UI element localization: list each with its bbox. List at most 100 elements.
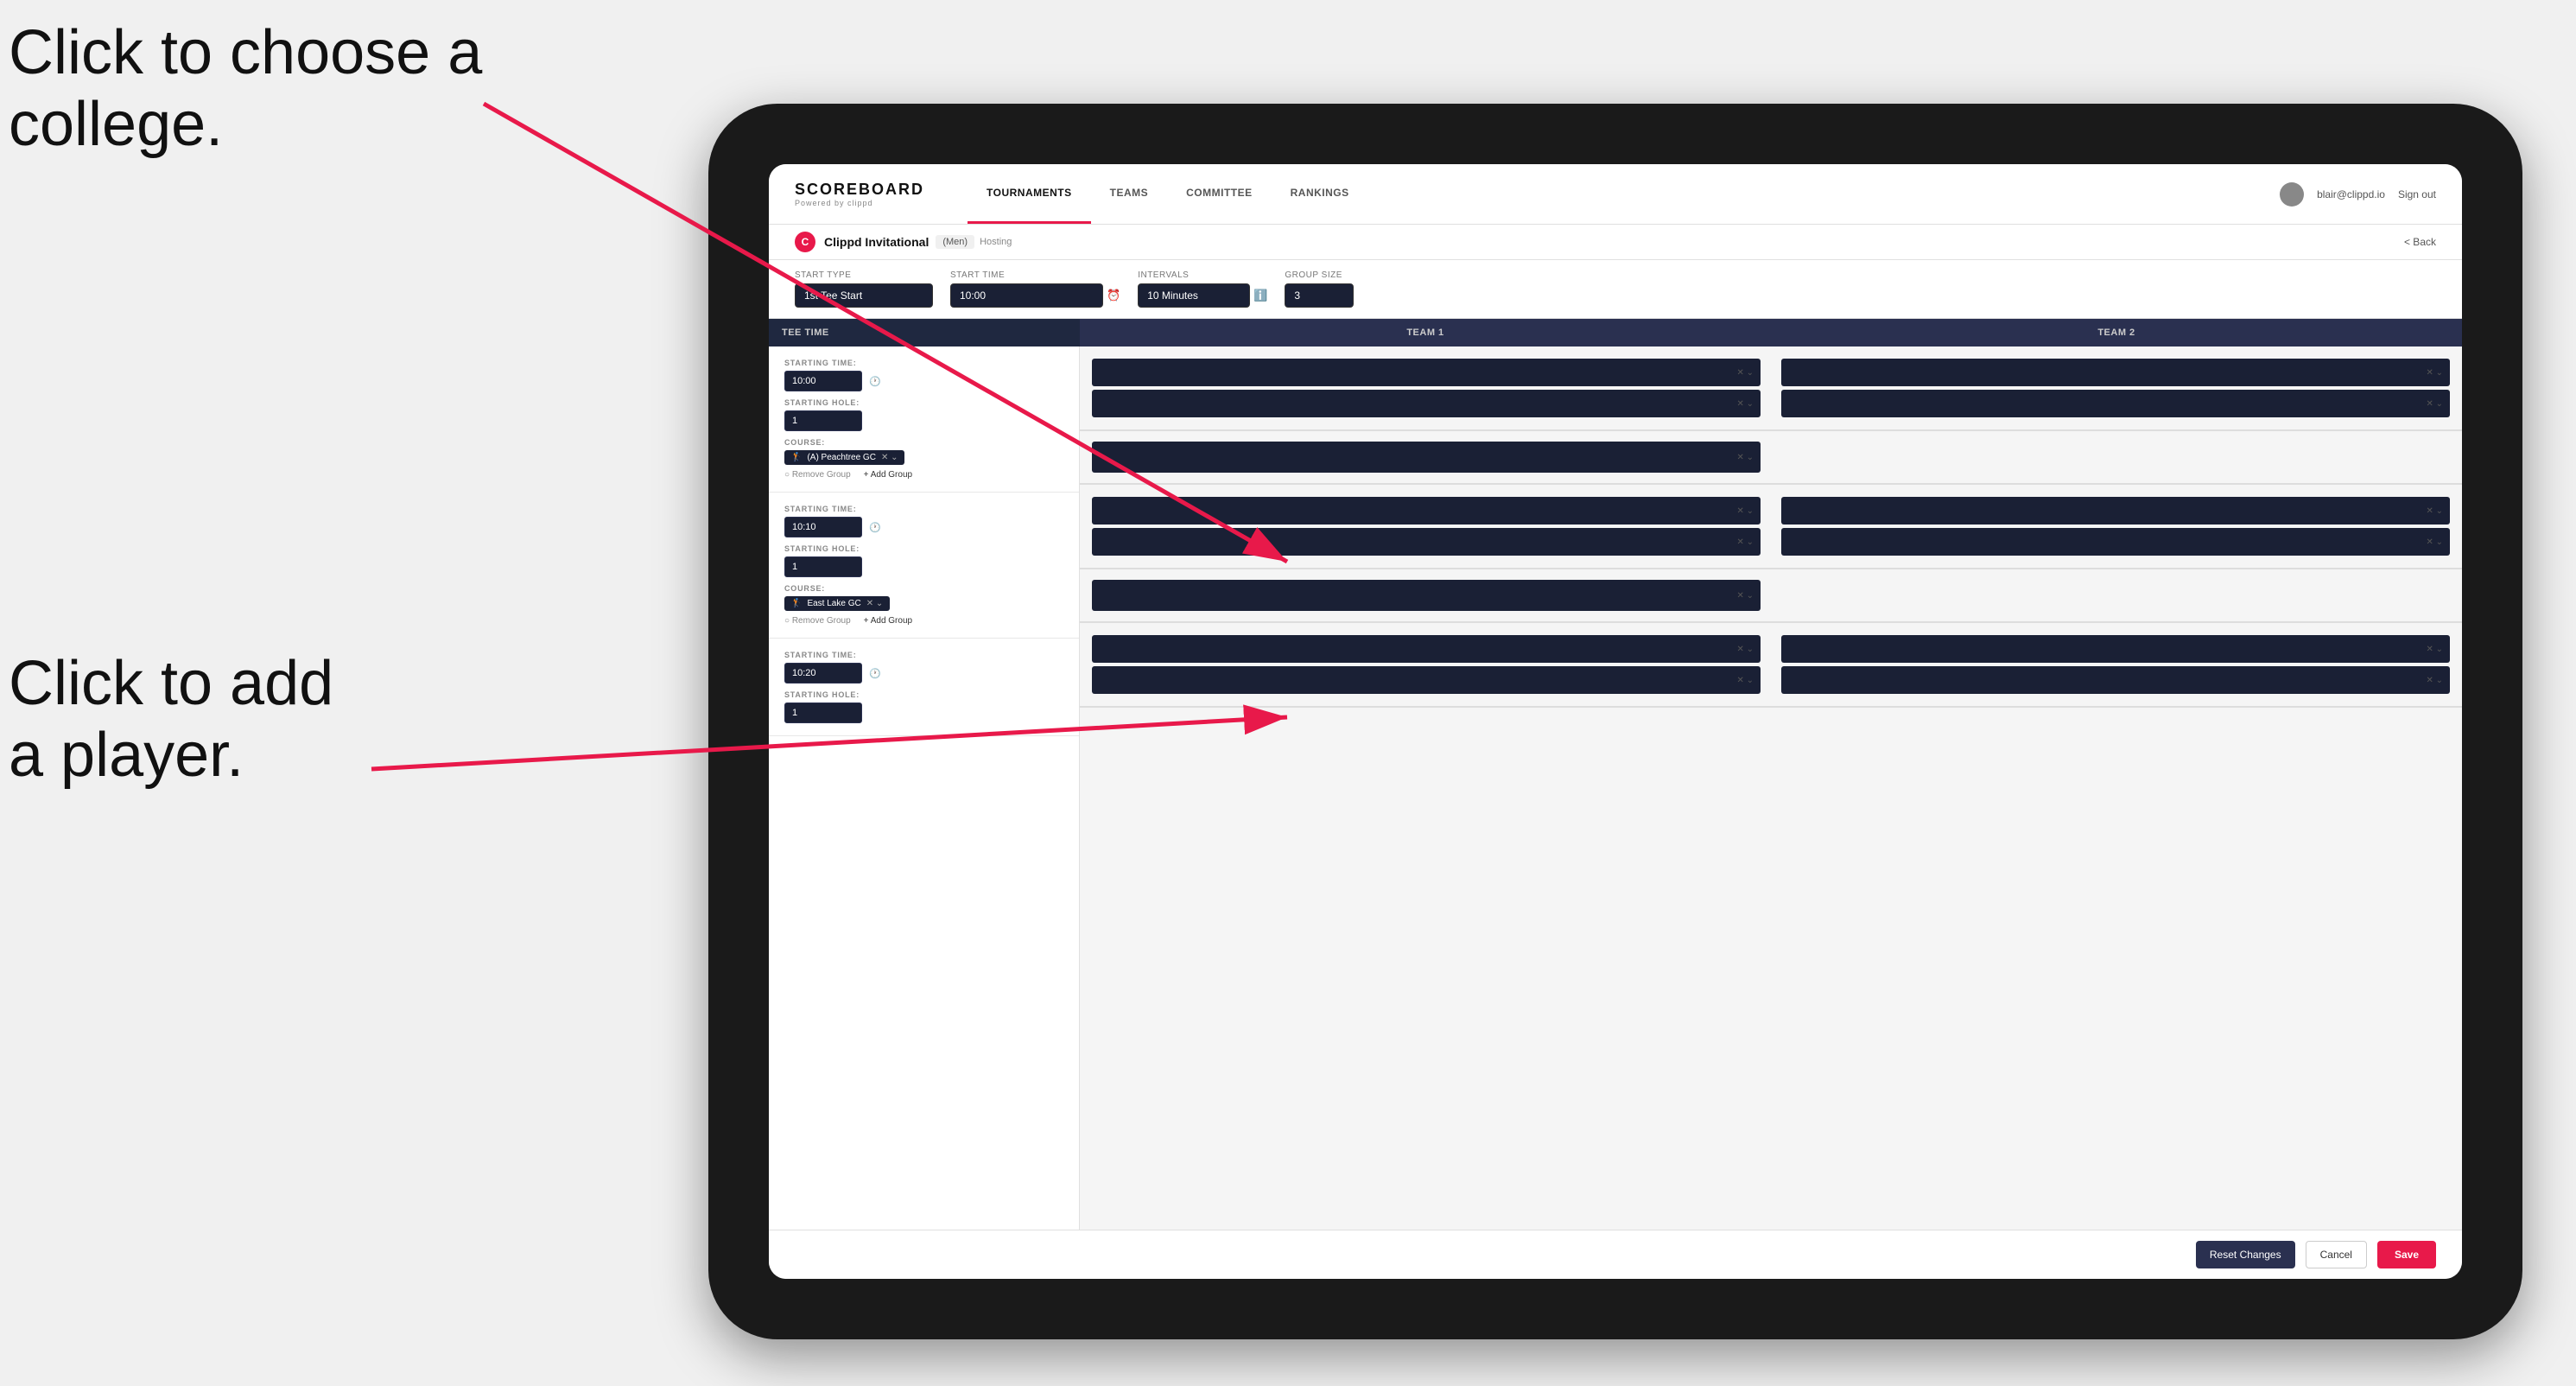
back-button[interactable]: < Back bbox=[2404, 236, 2436, 248]
starting-hole-field-2: 1 10 bbox=[784, 556, 1063, 577]
slot-icons: ✕ ⌄ bbox=[1736, 537, 1754, 547]
player-slot-t2r1s2[interactable]: ✕ ⌄ bbox=[1781, 390, 2450, 417]
starting-hole-select-1[interactable]: 1 10 bbox=[784, 410, 862, 431]
team1-course-slots-2: ✕ ⌄ bbox=[1087, 576, 1771, 614]
player-slot-c1r1s1[interactable]: ✕ ⌄ bbox=[1092, 442, 1761, 473]
tournament-gender: (Men) bbox=[936, 235, 974, 249]
player-slot-t1r2s1[interactable]: ✕ ⌄ bbox=[1092, 497, 1761, 525]
slot-icons: ✕ ⌄ bbox=[2426, 676, 2443, 685]
team2-slots-1: ✕ ⌄ ✕ ⌄ bbox=[1771, 355, 2455, 421]
player-slot-t2r2s1[interactable]: ✕ ⌄ bbox=[1781, 497, 2450, 525]
player-slot-t1r1s1[interactable]: ✕ ⌄ bbox=[1092, 359, 1761, 386]
slot-icons: ✕ ⌄ bbox=[1736, 399, 1754, 409]
annotation-middle: Click to add a player. bbox=[9, 648, 333, 792]
course-tag-1[interactable]: 🏌️ (A) Peachtree GC ✕ ⌄ bbox=[784, 450, 904, 465]
slot-icons: ✕ ⌄ bbox=[1736, 591, 1754, 601]
course-tag-text-2: East Lake GC bbox=[807, 599, 860, 608]
player-slot-c2r1s1[interactable]: ✕ ⌄ bbox=[1092, 580, 1761, 611]
course-tag-text-1: (A) Peachtree GC bbox=[807, 453, 875, 462]
clock-icon: ⏰ bbox=[1107, 289, 1120, 302]
tablet-screen: SCOREBOARD Powered by clippd TOURNAMENTS… bbox=[769, 164, 2462, 1279]
player-slot-t1r1s2[interactable]: ✕ ⌄ bbox=[1092, 390, 1761, 417]
tablet-frame: SCOREBOARD Powered by clippd TOURNAMENTS… bbox=[708, 104, 2522, 1339]
player-slot-t1r2s2[interactable]: ✕ ⌄ bbox=[1092, 528, 1761, 556]
start-time-group: Start Time ⏰ bbox=[950, 270, 1120, 308]
remove-group-link-1[interactable]: ○ Remove Group bbox=[784, 470, 851, 480]
tee-time-row-3: STARTING TIME: 🕐 STARTING HOLE: 1 10 bbox=[769, 639, 1079, 736]
starting-hole-label-3: STARTING HOLE: bbox=[784, 690, 1063, 699]
slot-icons: ✕ ⌄ bbox=[1736, 645, 1754, 654]
starting-hole-label-2: STARTING HOLE: bbox=[784, 544, 1063, 553]
slot-icons: ✕ ⌄ bbox=[2426, 645, 2443, 654]
tee-time-row-1: STARTING TIME: 🕐 STARTING HOLE: 1 10 bbox=[769, 346, 1079, 493]
group-size-label: Group Size bbox=[1285, 270, 1354, 280]
sign-out-link[interactable]: Sign out bbox=[2398, 188, 2436, 200]
course-tag-icon-2: 🏌️ bbox=[791, 599, 802, 608]
save-button[interactable]: Save bbox=[2377, 1241, 2436, 1268]
logo-area: SCOREBOARD Powered by clippd bbox=[795, 181, 924, 207]
slot-icons: ✕ ⌄ bbox=[1736, 676, 1754, 685]
logo-sub: Powered by clippd bbox=[795, 199, 924, 207]
starting-time-label-3: STARTING TIME: bbox=[784, 651, 1063, 659]
header-right: blair@clippd.io Sign out bbox=[2280, 182, 2436, 207]
player-slot-t2r2s2[interactable]: ✕ ⌄ bbox=[1781, 528, 2450, 556]
logo-title: SCOREBOARD bbox=[795, 181, 924, 199]
cancel-button[interactable]: Cancel bbox=[2306, 1241, 2367, 1268]
starting-hole-field-3: 1 10 bbox=[784, 703, 1063, 723]
course-label-2: COURSE: bbox=[784, 584, 1063, 593]
intervals-select[interactable]: 10 Minutes 8 Minutes 12 Minutes bbox=[1138, 283, 1250, 308]
table-header: Tee Time Team 1 Team 2 bbox=[769, 319, 2462, 346]
table-body-wrapper: STARTING TIME: 🕐 STARTING HOLE: 1 10 bbox=[769, 346, 2462, 1230]
tab-teams[interactable]: TEAMS bbox=[1091, 164, 1168, 224]
team2-slots-2: ✕ ⌄ ✕ ⌄ bbox=[1771, 493, 2455, 559]
starting-time-field-3: 🕐 bbox=[784, 663, 1063, 683]
start-type-group: Start Type 1st Tee Start Shotgun Start bbox=[795, 270, 933, 308]
remove-group-link-2[interactable]: ○ Remove Group bbox=[784, 616, 851, 626]
clock-icon-3: 🕐 bbox=[869, 668, 881, 679]
tee-time-row-2: STARTING TIME: 🕐 STARTING HOLE: 1 10 bbox=[769, 493, 1079, 639]
clock-icon-1: 🕐 bbox=[869, 376, 881, 387]
app-header: SCOREBOARD Powered by clippd TOURNAMENTS… bbox=[769, 164, 2462, 225]
add-group-link-2[interactable]: + Add Group bbox=[864, 616, 912, 626]
starting-time-input-3[interactable] bbox=[784, 663, 862, 683]
right-content: ✕ ⌄ ✕ ⌄ ✕ ⌄ bbox=[1080, 346, 2462, 1230]
nav-tabs: TOURNAMENTS TEAMS COMMITTEE RANKINGS bbox=[968, 164, 1368, 224]
starting-hole-select-3[interactable]: 1 10 bbox=[784, 703, 862, 723]
player-slot-t2r3s1[interactable]: ✕ ⌄ bbox=[1781, 635, 2450, 663]
tab-committee[interactable]: COMMITTEE bbox=[1167, 164, 1272, 224]
add-group-link-1[interactable]: + Add Group bbox=[864, 470, 912, 480]
player-slot-t1r3s2[interactable]: ✕ ⌄ bbox=[1092, 666, 1761, 694]
starting-time-input-1[interactable] bbox=[784, 371, 862, 391]
tournament-name: Clippd Invitational bbox=[824, 235, 929, 249]
reset-changes-button[interactable]: Reset Changes bbox=[2196, 1241, 2295, 1268]
starting-hole-select-2[interactable]: 1 10 bbox=[784, 556, 862, 577]
player-slot-t2r3s2[interactable]: ✕ ⌄ bbox=[1781, 666, 2450, 694]
action-row-2: ○ Remove Group + Add Group bbox=[784, 616, 1063, 626]
starting-time-input-2[interactable] bbox=[784, 517, 862, 537]
player-slot-t2r1s1[interactable]: ✕ ⌄ bbox=[1781, 359, 2450, 386]
slot-icons: ✕ ⌄ bbox=[2426, 399, 2443, 409]
tab-rankings[interactable]: RANKINGS bbox=[1272, 164, 1368, 224]
hosting-label: Hosting bbox=[980, 237, 1012, 247]
starting-time-label-1: STARTING TIME: bbox=[784, 359, 1063, 367]
player-row-3: ✕ ⌄ ✕ ⌄ ✕ ⌄ bbox=[1080, 623, 2462, 708]
start-type-select[interactable]: 1st Tee Start Shotgun Start bbox=[795, 283, 933, 308]
group-size-select[interactable]: 3 4 2 bbox=[1285, 283, 1354, 308]
slot-icons: ✕ ⌄ bbox=[1736, 368, 1754, 378]
course-field-2: 🏌️ East Lake GC ✕ ⌄ bbox=[784, 596, 1063, 611]
course-tag-remove-1[interactable]: ✕ ⌄ bbox=[881, 453, 898, 462]
start-time-input[interactable] bbox=[950, 283, 1103, 308]
course-tag-remove-2[interactable]: ✕ ⌄ bbox=[866, 599, 884, 608]
starting-hole-field-1: 1 10 bbox=[784, 410, 1063, 431]
col-tee-time: Tee Time bbox=[769, 319, 1080, 346]
user-avatar bbox=[2280, 182, 2304, 207]
starting-time-label-2: STARTING TIME: bbox=[784, 505, 1063, 513]
slot-icons: ✕ ⌄ bbox=[1736, 453, 1754, 462]
course-tag-2[interactable]: 🏌️ East Lake GC ✕ ⌄ bbox=[784, 596, 890, 611]
team2-slots-3: ✕ ⌄ ✕ ⌄ bbox=[1771, 632, 2455, 697]
team2-course-slots-2 bbox=[1771, 576, 2455, 614]
player-slot-t1r3s1[interactable]: ✕ ⌄ bbox=[1092, 635, 1761, 663]
team1-slots-3: ✕ ⌄ ✕ ⌄ bbox=[1087, 632, 1771, 697]
tab-tournaments[interactable]: TOURNAMENTS bbox=[968, 164, 1091, 224]
player-row-1: ✕ ⌄ ✕ ⌄ ✕ ⌄ bbox=[1080, 346, 2462, 431]
